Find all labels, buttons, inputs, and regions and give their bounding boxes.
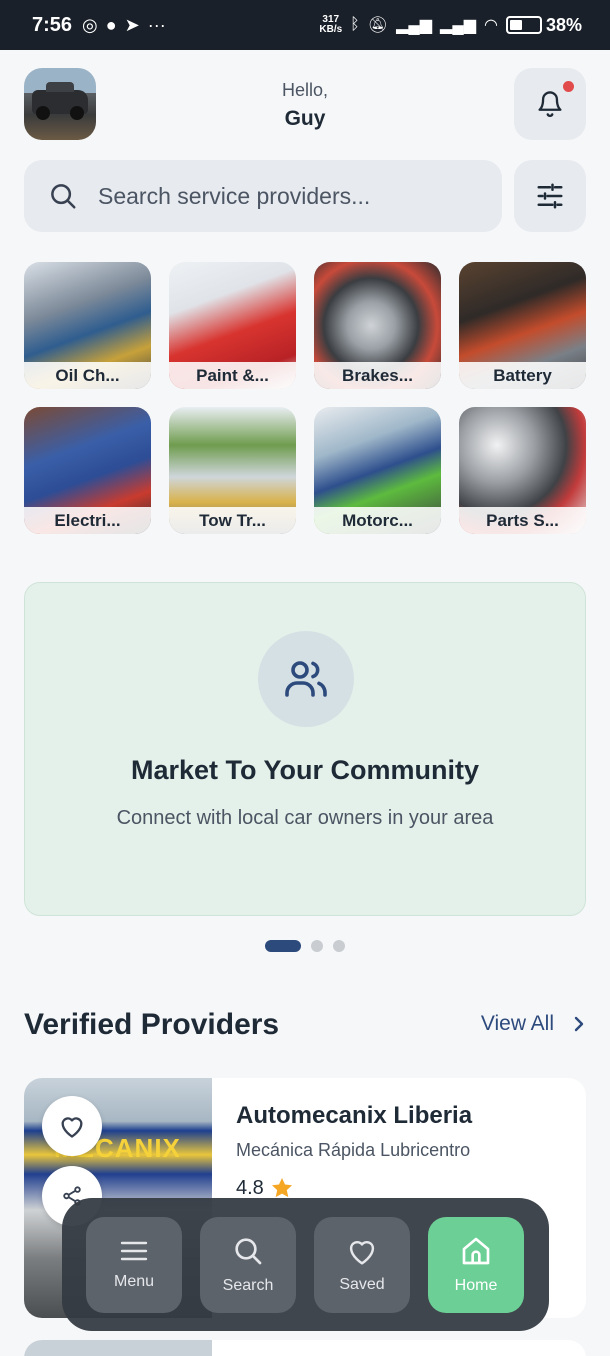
provider-image xyxy=(24,1340,212,1356)
nav-saved-label: Saved xyxy=(339,1275,385,1293)
signal-icon: ▂▄▆ xyxy=(396,17,433,34)
category-label: Electri... xyxy=(24,507,151,534)
provider-name: Automecanix Liberia xyxy=(236,1102,473,1129)
menu-icon xyxy=(120,1241,148,1260)
search-input[interactable] xyxy=(98,182,478,210)
bluetooth-icon: ᛒ xyxy=(350,16,360,33)
mute-icon: 🔕︎ xyxy=(367,17,389,34)
more-notifications-icon: ··· xyxy=(147,14,166,35)
status-time: 7:56 xyxy=(32,13,73,36)
chevron-right-icon xyxy=(574,1016,584,1032)
greeting-hello: Hello, xyxy=(281,80,329,100)
community-icon-wrap xyxy=(258,631,354,727)
category-paint[interactable]: Paint &... xyxy=(169,262,296,389)
telegram-icon: ➤ xyxy=(124,14,140,35)
category-electrical[interactable]: Electri... xyxy=(24,407,151,534)
bottom-navigation: Menu Search Saved Home xyxy=(62,1198,549,1331)
heart-icon xyxy=(349,1240,375,1264)
carousel-dot-2[interactable] xyxy=(311,940,323,952)
category-brakes[interactable]: Brakes... xyxy=(314,262,441,389)
search-icon xyxy=(235,1237,262,1264)
battery-icon xyxy=(505,16,542,34)
category-label: Battery xyxy=(459,362,586,389)
search-row xyxy=(24,160,586,232)
signal-2-icon: ▂▄▆ xyxy=(440,17,476,34)
battery-indicator: 38% xyxy=(505,15,582,36)
category-label: Oil Ch... xyxy=(24,362,151,389)
filter-button[interactable] xyxy=(514,160,586,232)
banner-title: Market To Your Community xyxy=(130,755,480,785)
category-label: Paint &... xyxy=(169,362,296,389)
heart-icon xyxy=(61,1117,83,1138)
provider-category: Mecánica Rápida Lubricentro xyxy=(236,1140,471,1160)
users-icon xyxy=(285,661,327,697)
carousel-indicator xyxy=(0,940,610,952)
star-icon xyxy=(271,1178,292,1198)
greeting: Hello, Guy xyxy=(24,80,586,131)
user-name: Guy xyxy=(284,107,326,130)
category-oil-change[interactable]: Oil Ch... xyxy=(24,262,151,389)
sliders-icon xyxy=(537,183,563,209)
category-label: Parts S... xyxy=(459,507,586,534)
search-box[interactable] xyxy=(24,160,502,232)
category-battery[interactable]: Battery xyxy=(459,262,586,389)
view-all-label: View All xyxy=(480,1012,554,1035)
nav-search-label: Search xyxy=(222,1276,274,1294)
carousel-dot-1[interactable] xyxy=(265,940,301,952)
category-motorcycle[interactable]: Motorc... xyxy=(314,407,441,534)
search-icon xyxy=(51,184,76,209)
category-parts[interactable]: Parts S... xyxy=(459,407,586,534)
notifications-button[interactable] xyxy=(514,68,586,140)
category-grid: Oil Ch... Paint &... Brakes... Battery E… xyxy=(24,262,586,534)
wifi-icon: ◠ xyxy=(484,17,498,34)
nav-search[interactable]: Search xyxy=(200,1216,296,1313)
nav-home[interactable]: Home xyxy=(428,1216,524,1313)
section-title: Verified Providers xyxy=(24,1008,280,1041)
category-label: Brakes... xyxy=(314,362,441,389)
promo-banner[interactable]: Market To Your Community Connect with lo… xyxy=(24,582,586,916)
home-icon xyxy=(462,1237,490,1264)
nav-menu-label: Menu xyxy=(113,1272,155,1290)
favorite-button[interactable] xyxy=(42,1096,102,1156)
verified-providers-header: Verified Providers View All xyxy=(24,1008,586,1048)
category-label: Tow Tr... xyxy=(169,507,296,534)
network-speed: 317 KB/s xyxy=(319,14,343,35)
whatsapp-icon: ◎ xyxy=(82,14,98,35)
nav-home-label: Home xyxy=(454,1276,498,1294)
category-tow-truck[interactable]: Tow Tr... xyxy=(169,407,296,534)
bell-icon xyxy=(538,91,562,117)
carousel-dot-3[interactable] xyxy=(333,940,345,952)
banner-subtitle: Connect with local car owners in your ar… xyxy=(116,807,494,829)
status-bar: 7:56 ◎ ● ➤ ··· 317 KB/s ᛒ 🔕︎ ▂▄▆ ▂▄▆ ◠ 3… xyxy=(0,0,610,50)
nav-saved[interactable]: Saved xyxy=(314,1216,410,1313)
view-all-link[interactable]: View All xyxy=(481,1012,586,1036)
rating-value: 4.8 xyxy=(236,1176,264,1199)
nav-menu[interactable]: Menu xyxy=(86,1216,182,1313)
category-label: Motorc... xyxy=(314,507,441,534)
provider-rating: 4.8 xyxy=(236,1176,294,1200)
header: Hello, Guy xyxy=(24,68,586,140)
notification-badge xyxy=(563,81,574,92)
chat-icon: ● xyxy=(105,14,117,35)
provider-card[interactable] xyxy=(24,1340,586,1356)
